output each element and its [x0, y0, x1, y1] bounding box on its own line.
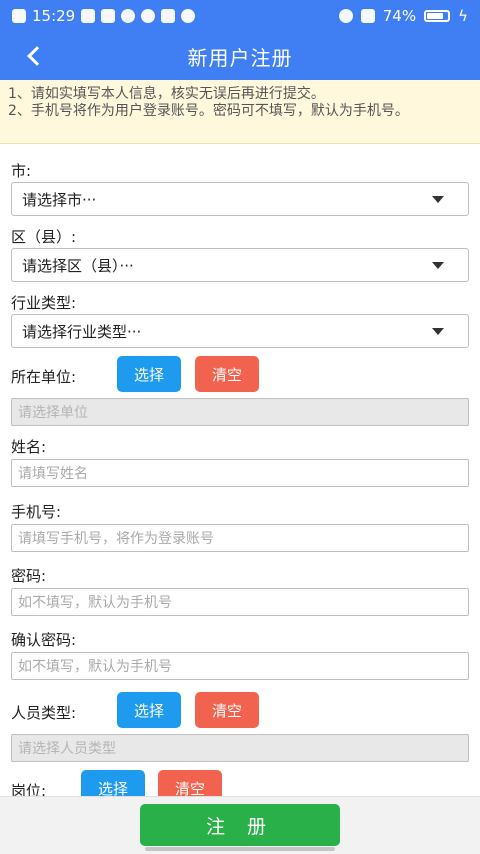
phone-input[interactable]: 请填写手机号，将作为登录账号 — [11, 524, 469, 552]
post-clear-button[interactable]: 清空 — [158, 770, 222, 796]
city-select-value: 请选择市··· — [22, 190, 97, 209]
status-time: 15:29 — [32, 7, 76, 25]
person-type-clear-button[interactable]: 清空 — [195, 692, 259, 728]
back-arrow-icon — [27, 46, 47, 66]
industry-label: 行业类型: — [11, 294, 77, 312]
app-circle-icon — [141, 9, 156, 23]
footer-bar: 注 册 — [0, 796, 480, 854]
mute-icon — [338, 9, 353, 23]
industry-select[interactable]: 请选择行业类型··· — [11, 314, 469, 348]
person-type-select-button[interactable]: 选择 — [117, 692, 181, 728]
industry-select-value: 请选择行业类型··· — [22, 322, 142, 341]
charging-icon: ϟ — [458, 7, 468, 25]
form-area[interactable]: 市: 请选择市··· 区（县）: 请选择区（县）··· 行业类型: 请选择行业类… — [0, 144, 480, 796]
notification-x-icon — [12, 9, 26, 23]
password-input[interactable]: 如不填写，默认为手机号 — [11, 588, 469, 616]
post-label: 岗位: — [11, 782, 47, 796]
chevron-down-icon — [432, 262, 444, 269]
cloud-icon — [181, 9, 196, 23]
unit-input: 请选择单位 — [11, 398, 469, 426]
page-title: 新用户注册 — [187, 45, 293, 70]
person-type-input: 请选择人员类型 — [11, 734, 469, 762]
register-button[interactable]: 注 册 — [140, 804, 340, 846]
wifi-icon — [360, 9, 375, 23]
city-select[interactable]: 请选择市··· — [11, 182, 469, 216]
confirm-password-label: 确认密码: — [11, 631, 77, 649]
chevron-down-icon — [432, 196, 444, 203]
district-label: 区（县）: — [11, 228, 77, 246]
unit-clear-button[interactable]: 清空 — [195, 356, 259, 392]
app-notification-icon — [81, 9, 96, 23]
status-bar: 15:29 74% ϟ — [0, 0, 480, 32]
usb-icon — [101, 9, 116, 23]
navigation-bar: 新用户注册 — [0, 32, 480, 80]
post-select-button[interactable]: 选择 — [81, 770, 145, 796]
unit-label: 所在单位: — [11, 368, 77, 386]
battery-percent: 74% — [382, 7, 417, 25]
name-label: 姓名: — [11, 438, 47, 456]
battery-icon — [424, 10, 451, 22]
check-circle-icon — [121, 9, 136, 23]
video-icon — [161, 9, 176, 23]
confirm-password-input[interactable]: 如不填写，默认为手机号 — [11, 652, 469, 680]
city-label: 市: — [11, 162, 32, 180]
district-select-value: 请选择区（县）··· — [22, 256, 134, 275]
notice-box: 1、请如实填写本人信息，核实无误后再进行提交。 2、手机号将作为用户登录账号。密… — [0, 80, 480, 144]
person-type-label: 人员类型: — [11, 704, 77, 722]
unit-select-button[interactable]: 选择 — [117, 356, 181, 392]
name-input[interactable]: 请填写姓名 — [11, 459, 469, 487]
home-indicator[interactable] — [145, 847, 335, 851]
notice-line-1: 1、请如实填写本人信息，核实无误后再进行提交。 — [8, 86, 325, 102]
chevron-down-icon — [432, 328, 444, 335]
notice-line-2: 2、手机号将作为用户登录账号。密码可不填写，默认为手机号。 — [8, 103, 409, 119]
phone-label: 手机号: — [11, 503, 62, 521]
password-label: 密码: — [11, 567, 47, 585]
back-button[interactable] — [18, 40, 50, 72]
district-select[interactable]: 请选择区（县）··· — [11, 248, 469, 282]
